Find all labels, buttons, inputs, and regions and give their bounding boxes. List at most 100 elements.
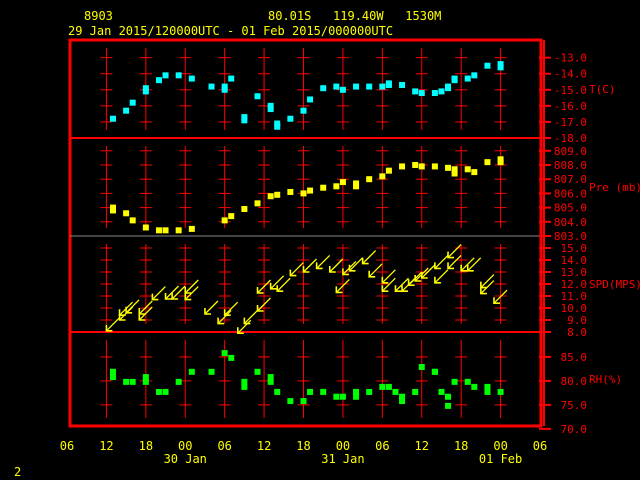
data-point: [445, 164, 452, 171]
data-point: [221, 350, 228, 357]
data-point: [379, 83, 386, 90]
wind-arrow: [329, 258, 344, 273]
wind-arrow: [316, 254, 331, 269]
data-point: [353, 183, 360, 190]
data-point: [497, 64, 504, 71]
station-location: 80.01S 119.40W 1530M: [268, 9, 441, 23]
data-point: [142, 378, 149, 385]
data-point: [109, 207, 116, 214]
data-point: [287, 398, 294, 405]
data-point: [307, 96, 314, 103]
data-point: [412, 161, 419, 168]
data-point: [241, 206, 248, 213]
panel-title: RH(%): [589, 373, 622, 386]
data-point: [228, 75, 235, 82]
data-point: [366, 388, 373, 395]
data-point: [320, 184, 327, 191]
data-point: [333, 393, 340, 400]
wind-arrow: [368, 263, 383, 278]
wind-arrow: [349, 257, 363, 272]
data-point: [287, 188, 294, 195]
data-point: [123, 378, 130, 385]
data-point: [451, 378, 458, 385]
y-tick-label: 809.0: [554, 145, 587, 158]
data-point: [228, 213, 235, 220]
data-point: [471, 72, 478, 79]
x-tick-label: 00: [178, 439, 192, 453]
x-date-label: 31 Jan: [321, 452, 364, 466]
data-point: [412, 88, 419, 95]
data-point: [418, 90, 425, 97]
data-point: [464, 378, 471, 385]
y-tick-label: -13.0: [554, 52, 587, 65]
data-point: [418, 163, 425, 170]
data-point: [129, 99, 136, 106]
data-point: [300, 398, 307, 405]
data-point: [267, 193, 274, 200]
y-tick-label: 805.0: [554, 202, 587, 215]
data-point: [109, 115, 116, 122]
y-tick-label: 807.0: [554, 173, 587, 186]
wind-arrow: [434, 254, 449, 269]
data-point: [379, 383, 386, 390]
data-point: [109, 368, 116, 375]
data-point: [274, 388, 281, 395]
wind-arrow: [171, 285, 186, 300]
station-id: 8903: [84, 9, 113, 23]
data-point: [497, 388, 504, 395]
y-tick-label: -17.0: [554, 116, 587, 129]
data-point: [274, 123, 281, 130]
data-point: [353, 388, 360, 395]
data-point: [254, 93, 261, 100]
data-point: [484, 62, 491, 69]
data-point: [188, 75, 195, 82]
wind-arrow: [151, 286, 166, 301]
x-tick-label: 12: [415, 439, 429, 453]
data-point: [484, 159, 491, 166]
wind-arrow: [243, 310, 258, 325]
data-point: [267, 106, 274, 113]
data-point: [366, 83, 373, 90]
wind-arrow: [204, 300, 219, 315]
data-point: [162, 388, 169, 395]
y-tick-label: 8.0: [567, 326, 587, 339]
data-point: [221, 217, 228, 224]
y-tick-label: 804.0: [554, 216, 587, 229]
y-tick-label: -18.0: [554, 132, 587, 145]
y-tick-label: 85.0: [561, 351, 588, 364]
x-date-label: 01 Feb: [479, 452, 522, 466]
x-tick-label: 06: [533, 439, 547, 453]
plot-area: -13.0-14.0-15.0-16.0-17.0-18.0T(C)809.08…: [60, 38, 640, 466]
data-point: [188, 368, 195, 375]
data-point: [175, 378, 182, 385]
wind-arrow: [480, 274, 495, 289]
wind-arrow: [303, 258, 317, 273]
data-point: [241, 117, 248, 124]
data-point: [287, 115, 294, 122]
y-tick-label: 75.0: [561, 399, 588, 412]
data-point: [385, 81, 392, 88]
data-point: [333, 83, 340, 90]
data-point: [142, 85, 149, 92]
wind-arrow: [224, 301, 239, 316]
data-point: [123, 210, 130, 217]
x-tick-label: 00: [493, 439, 507, 453]
data-point: [451, 75, 458, 82]
data-point: [208, 368, 215, 375]
y-tick-label: -14.0: [554, 68, 587, 81]
data-point: [399, 163, 406, 170]
data-point: [307, 388, 314, 395]
data-point: [155, 77, 162, 84]
data-point: [123, 107, 130, 114]
x-tick-label: 12: [99, 439, 113, 453]
data-point: [267, 378, 274, 385]
data-point: [438, 388, 445, 395]
data-point: [175, 72, 182, 79]
data-point: [497, 156, 504, 163]
data-point: [300, 190, 307, 197]
x-tick-label: 00: [336, 439, 350, 453]
data-point: [142, 224, 149, 231]
data-point: [320, 388, 327, 395]
data-point: [208, 83, 215, 90]
y-tick-label: -16.0: [554, 100, 587, 113]
